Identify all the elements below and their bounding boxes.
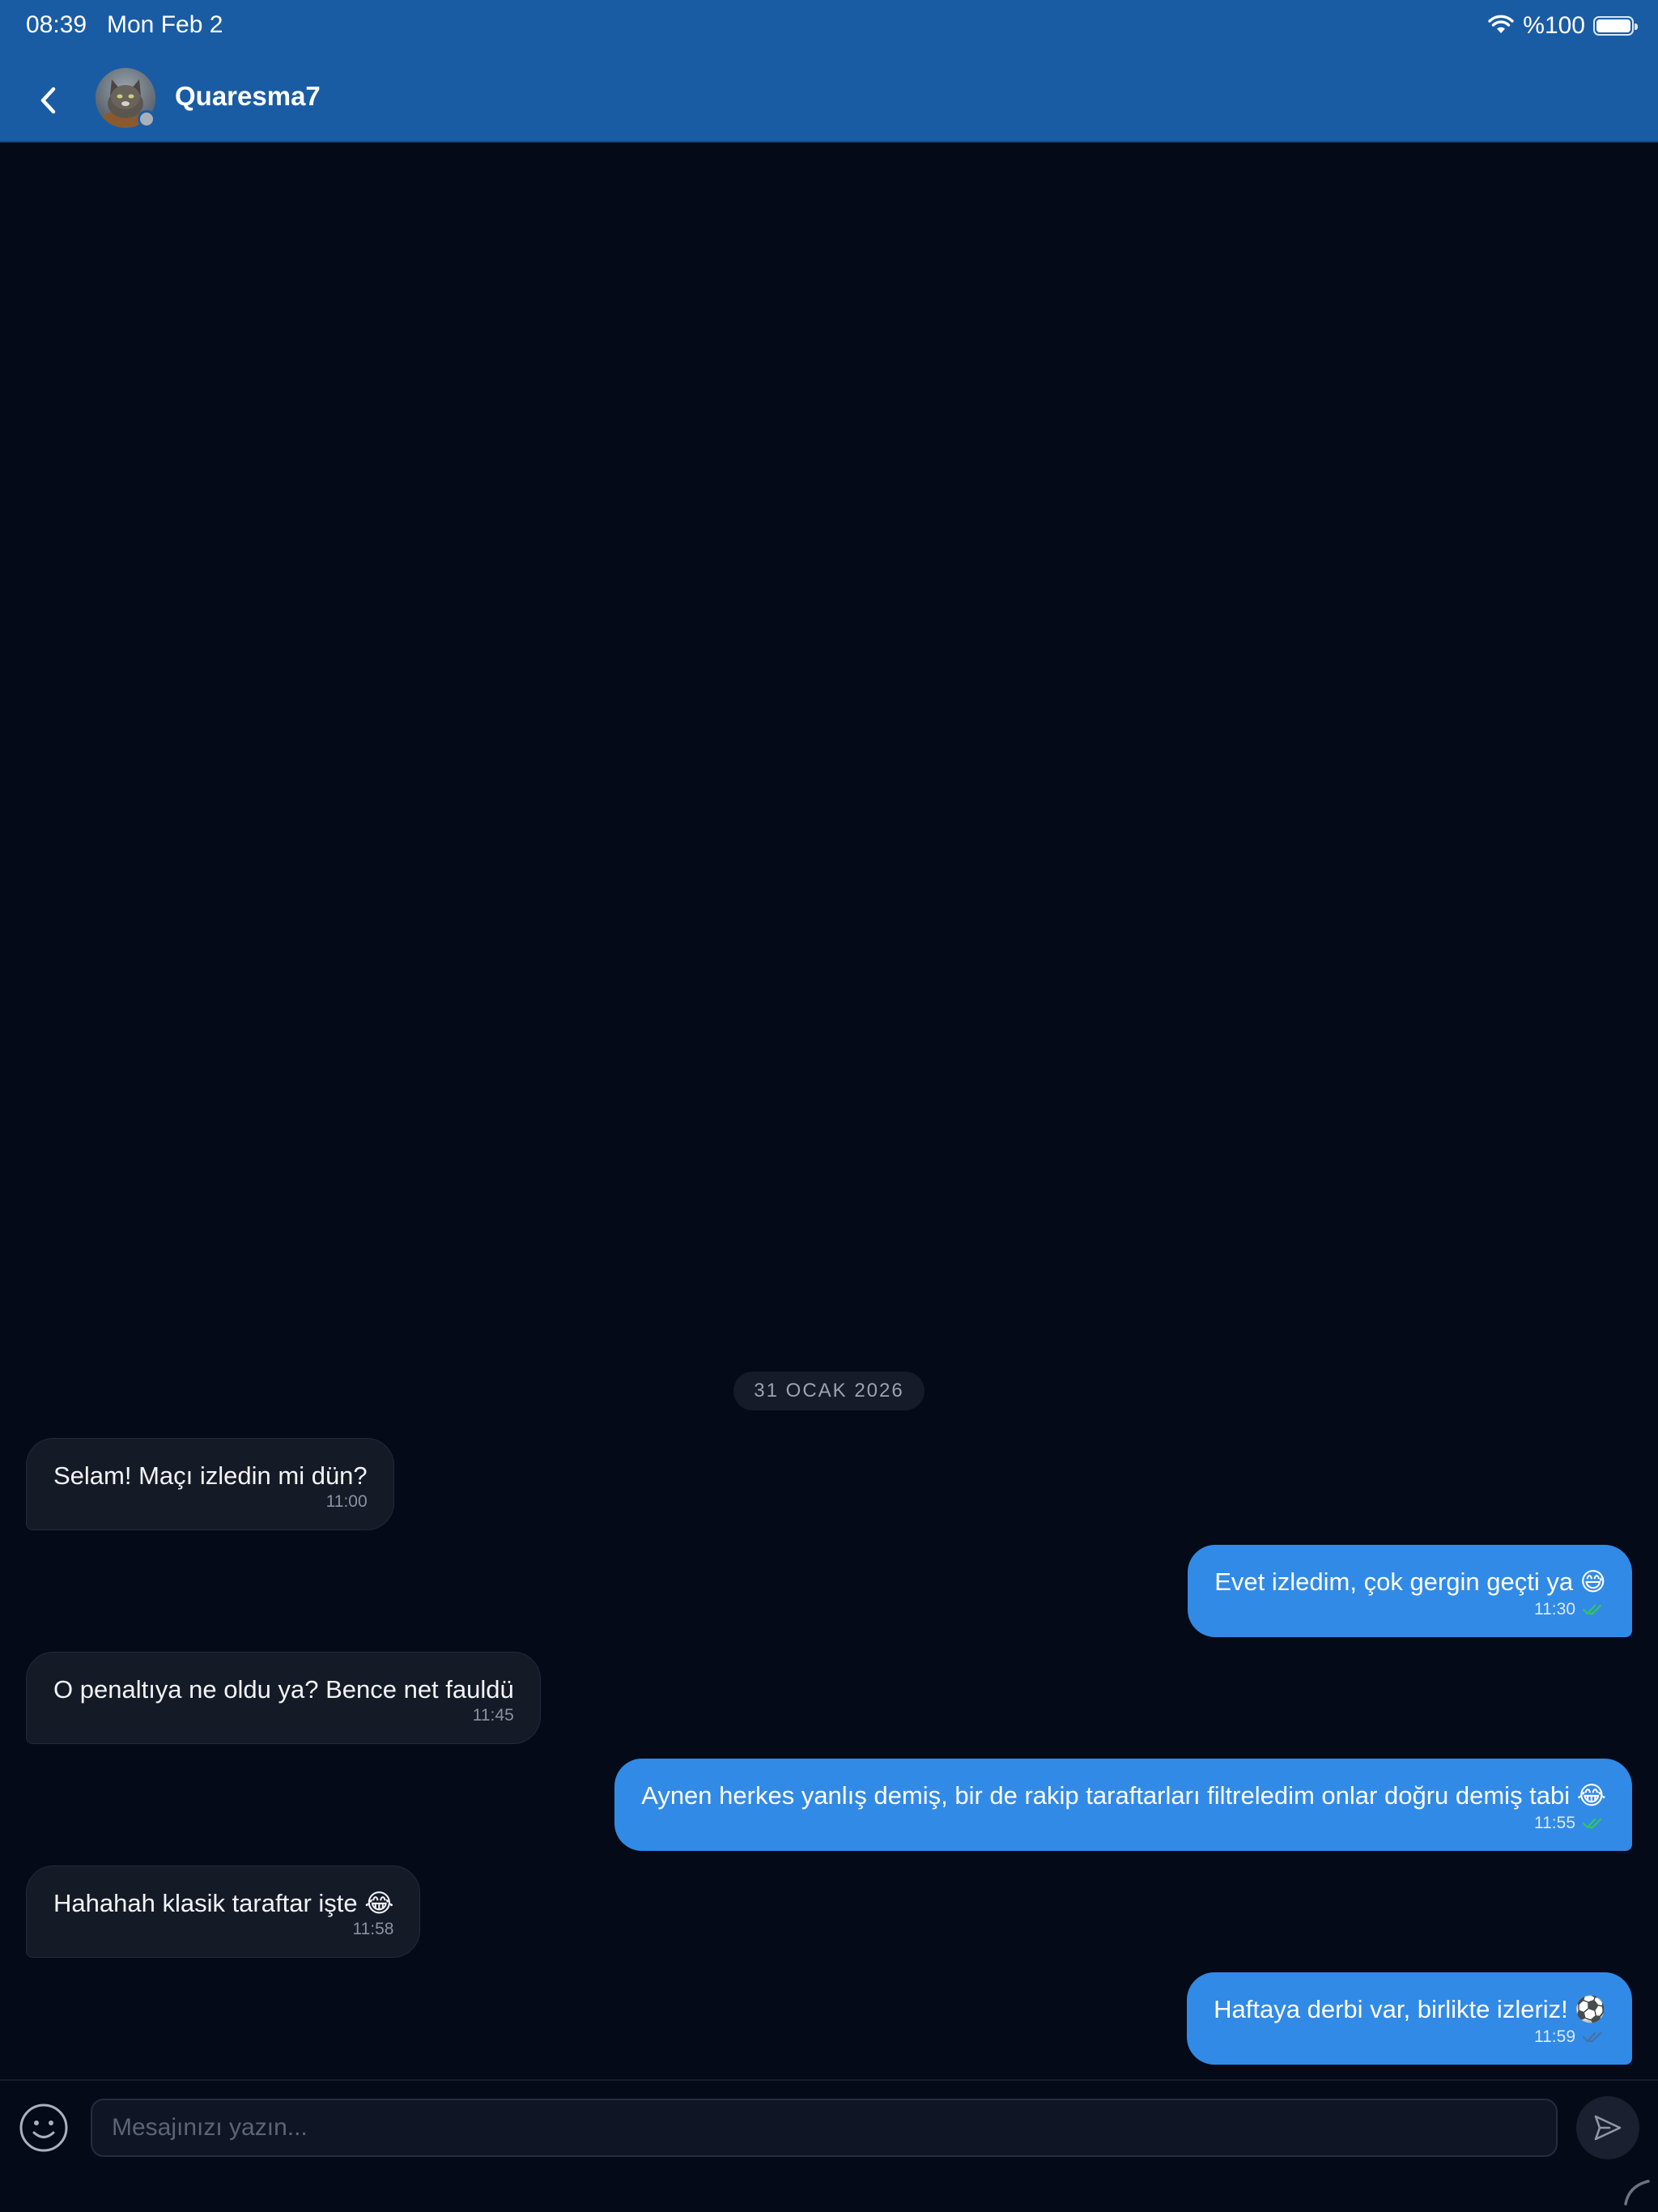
message-time: 11:30: [1534, 1600, 1575, 1619]
message-text: Aynen herkes yanlış demiş, bir de rakip …: [641, 1781, 1606, 1810]
message-text: Selam! Maçı izledin mi dün?: [53, 1461, 368, 1490]
back-button[interactable]: [23, 74, 74, 126]
message-meta: 11:58: [352, 1913, 393, 1946]
contact-avatar-button[interactable]: [96, 68, 155, 128]
message-bubble-incoming[interactable]: O penaltıya ne oldu ya? Bence net fauldü…: [26, 1652, 541, 1744]
message-text: O penaltıya ne oldu ya? Bence net fauldü: [53, 1675, 514, 1704]
message-time: 11:59: [1534, 2027, 1575, 2046]
message-bubble-outgoing[interactable]: Aynen herkes yanlış demiş, bir de rakip …: [614, 1759, 1632, 1851]
double-check-read-icon: [1582, 1604, 1602, 1615]
presence-indicator: [138, 110, 155, 128]
date-separator: 31 OCAK 2026: [733, 1372, 925, 1410]
resize-handle-icon: [1624, 2180, 1650, 2206]
double-check-read-icon: [1582, 1818, 1602, 1829]
message-input[interactable]: [91, 2099, 1558, 2157]
battery-icon: [1593, 16, 1638, 36]
chat-screen: 08:39 Mon Feb 2 %100 Quaresma7 31 OCAK 2…: [0, 0, 1658, 2212]
smiley-icon: [19, 2104, 68, 2152]
double-check-delivered-icon: [1582, 2031, 1602, 2043]
message-bubble-incoming[interactable]: Selam! Maçı izledin mi dün? 11:00: [26, 1438, 394, 1530]
message-time: 11:00: [325, 1492, 368, 1511]
message-meta: 11:45: [473, 1699, 514, 1732]
message-bubble-outgoing[interactable]: Haftaya derbi var, birlikte izleriz! ⚽ 1…: [1187, 1972, 1632, 2065]
status-indicators: %100: [1487, 10, 1638, 42]
chevron-left-icon: [40, 87, 56, 114]
battery-level-fill: [1596, 19, 1630, 32]
message-time: 11:58: [352, 1920, 394, 1938]
status-date: Mon Feb 2: [107, 11, 223, 38]
message-text: Hahahah klasik taraftar işte 😂: [53, 1889, 394, 1917]
send-button[interactable]: [1576, 2096, 1639, 2159]
status-time: 08:39: [26, 11, 87, 38]
message-meta: 11:59: [1534, 2021, 1606, 2053]
message-bubble-outgoing[interactable]: Evet izledim, çok gergin geçti ya 😅 11:3…: [1188, 1545, 1632, 1637]
message-meta: 11:00: [326, 1486, 368, 1518]
wifi-icon: [1487, 14, 1515, 39]
message-bubble-incoming[interactable]: Hahahah klasik taraftar işte 😂 11:58: [26, 1865, 421, 1958]
status-bar: 08:39 Mon Feb 2 %100: [0, 0, 1658, 52]
contact-name[interactable]: Quaresma7: [175, 81, 321, 112]
nav-bar: Quaresma7: [0, 52, 1658, 143]
message-meta: 11:30: [1534, 1593, 1606, 1626]
message-composer: [0, 2079, 1658, 2212]
message-time: 11:55: [1534, 1814, 1575, 1832]
message-meta: 11:55: [1534, 1807, 1606, 1840]
message-time: 11:45: [472, 1706, 514, 1725]
emoji-button[interactable]: [18, 2102, 70, 2154]
chat-header: 08:39 Mon Feb 2 %100 Quaresma7: [0, 0, 1658, 143]
battery-percentage: %100: [1523, 12, 1585, 39]
paper-plane-icon: [1594, 2115, 1622, 2141]
